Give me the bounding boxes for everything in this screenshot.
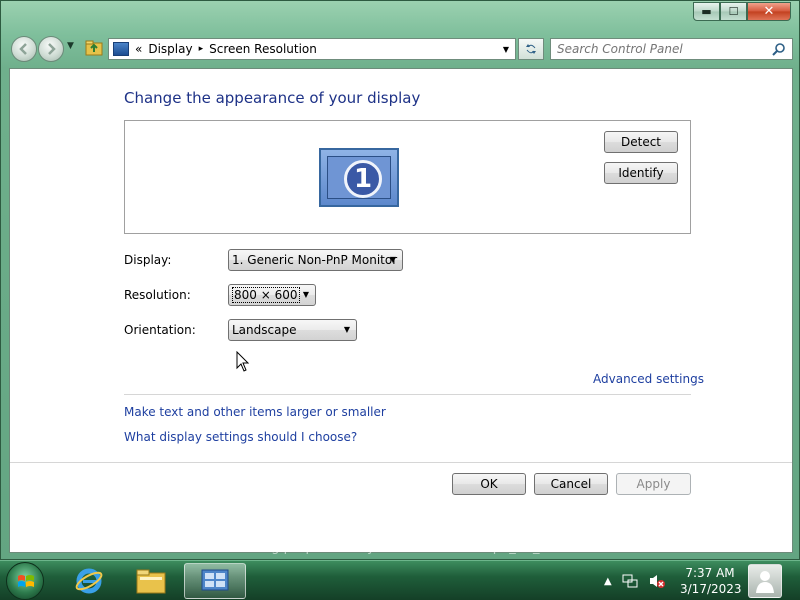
start-button[interactable] xyxy=(6,562,44,600)
search-input[interactable] xyxy=(557,42,757,56)
minimize-button[interactable]: ▬ xyxy=(693,2,720,21)
apply-button[interactable]: Apply xyxy=(616,473,691,495)
navigation-bar: ▼ « Display ▸ Screen Resolution ▼ xyxy=(9,36,793,62)
taskbar: ▲ 7:37 AM 3/17/2023 xyxy=(0,560,800,600)
cancel-button[interactable]: Cancel xyxy=(534,473,608,495)
refresh-button[interactable] xyxy=(518,38,544,60)
volume-muted-icon[interactable] xyxy=(648,573,666,589)
back-button[interactable] xyxy=(11,36,37,62)
breadcrumb-overflow[interactable]: « xyxy=(135,42,142,56)
control-panel-window: ▬ ☐ ✕ ▼ « Display ▸ Screen Resolution ▼ xyxy=(0,0,800,560)
resolution-select[interactable]: 800 × 600 ▼ xyxy=(228,284,316,306)
breadcrumb-item-display[interactable]: Display xyxy=(148,42,192,56)
taskbar-windows-explorer[interactable] xyxy=(120,563,182,599)
show-hidden-icons-icon[interactable]: ▲ xyxy=(604,576,612,587)
content-pane: Change the appearance of your display 1 … xyxy=(9,68,793,553)
resolution-label: Resolution: xyxy=(124,288,191,302)
internet-explorer-icon xyxy=(75,568,103,594)
display-label: Display: xyxy=(124,253,172,267)
windows-flag-icon xyxy=(18,575,34,587)
resolution-select-value: 800 × 600 xyxy=(232,287,300,303)
display-select-value: 1. Generic Non-PnP Monitor xyxy=(232,253,398,267)
title-bar-controls: ▬ ☐ ✕ xyxy=(693,2,791,21)
display-select[interactable]: 1. Generic Non-PnP Monitor ▼ xyxy=(228,249,403,271)
orientation-label: Orientation: xyxy=(124,323,196,337)
monitor-1-thumbnail[interactable]: 1 xyxy=(319,148,399,207)
breadcrumb-separator[interactable]: ▸ xyxy=(199,44,204,54)
detect-button[interactable]: Detect xyxy=(604,131,678,153)
show-desktop-button[interactable] xyxy=(748,564,782,598)
mouse-pointer-icon xyxy=(236,351,250,372)
ok-button[interactable]: OK xyxy=(452,473,526,495)
orientation-select[interactable]: Landscape ▼ xyxy=(228,319,357,341)
display-preview-area: 1 Detect Identify xyxy=(124,120,691,234)
back-arrow-icon xyxy=(19,43,27,55)
taskbar-control-panel[interactable] xyxy=(184,563,246,599)
identify-button[interactable]: Identify xyxy=(604,162,678,184)
refresh-icon xyxy=(526,44,536,54)
breadcrumb-item-screen-resolution[interactable]: Screen Resolution xyxy=(209,42,317,56)
search-icon[interactable] xyxy=(772,42,786,56)
advanced-settings-link[interactable]: Advanced settings xyxy=(593,372,704,386)
taskbar-internet-explorer[interactable] xyxy=(58,563,120,599)
recent-pages-dropdown[interactable]: ▼ xyxy=(67,41,74,51)
text-size-link[interactable]: Make text and other items larger or smal… xyxy=(124,405,386,419)
footer-divider xyxy=(10,462,792,463)
forward-arrow-icon xyxy=(48,43,56,55)
folder-icon xyxy=(136,569,166,594)
forward-button[interactable] xyxy=(38,36,64,62)
chevron-down-icon: ▼ xyxy=(343,325,350,334)
breadcrumb: « Display ▸ Screen Resolution xyxy=(135,42,317,56)
chevron-down-icon: ▼ xyxy=(389,255,396,264)
up-folder-icon[interactable] xyxy=(85,39,103,57)
maximize-button[interactable]: ☐ xyxy=(720,2,747,21)
clock-time: 7:37 AM xyxy=(685,566,735,580)
display-settings-help-link[interactable]: What display settings should I choose? xyxy=(124,430,357,444)
close-button[interactable]: ✕ xyxy=(747,2,791,21)
chevron-down-icon: ▼ xyxy=(302,290,309,299)
user-silhouette-icon xyxy=(756,571,774,593)
address-bar[interactable]: « Display ▸ Screen Resolution ▼ xyxy=(108,38,516,60)
orientation-select-value: Landscape xyxy=(232,323,297,337)
network-icon[interactable] xyxy=(622,573,638,589)
control-panel-icon xyxy=(201,569,229,591)
notification-area: ▲ xyxy=(604,573,666,589)
search-box[interactable] xyxy=(550,38,793,60)
page-title: Change the appearance of your display xyxy=(124,89,421,107)
build-watermark: For testing purposes only. Build 7601.wi… xyxy=(210,540,676,555)
clock-date: 3/17/2023 xyxy=(680,582,742,596)
address-dropdown-button[interactable]: ▼ xyxy=(497,39,515,59)
control-panel-icon xyxy=(113,42,129,56)
divider xyxy=(124,394,691,395)
system-clock[interactable]: 7:37 AM 3/17/2023 xyxy=(680,565,742,597)
monitor-number-badge: 1 xyxy=(344,160,382,198)
